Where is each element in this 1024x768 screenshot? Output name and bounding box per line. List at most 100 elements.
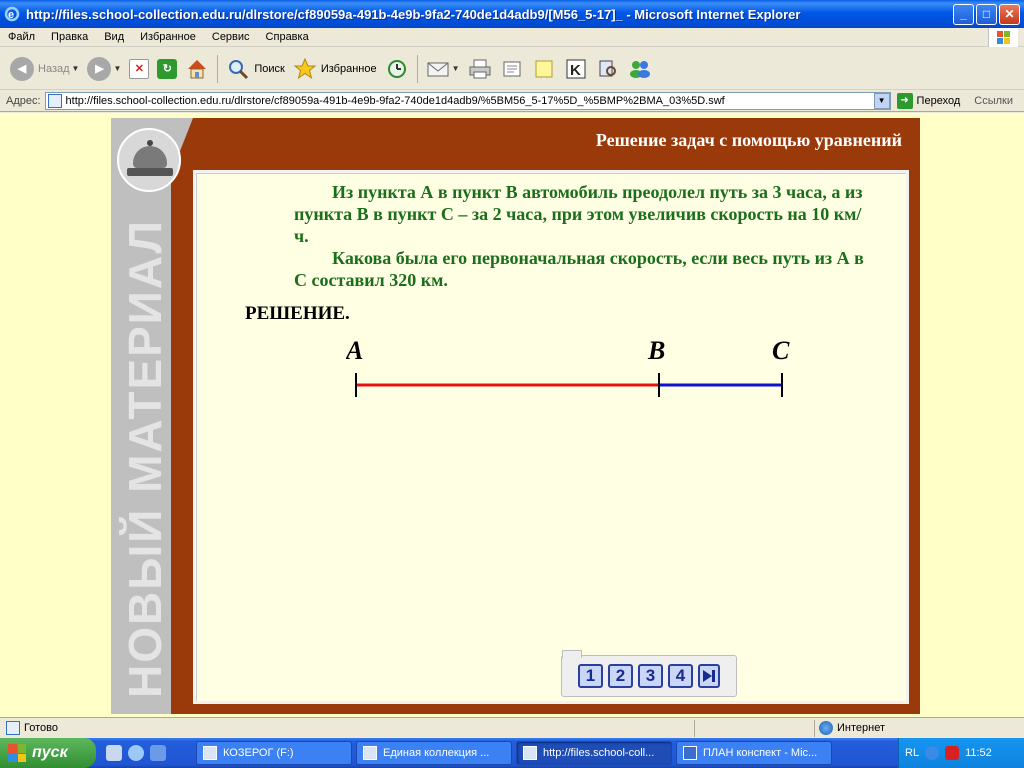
toolbar-separator xyxy=(217,54,219,83)
home-button[interactable] xyxy=(181,52,213,86)
menu-view[interactable]: Вид xyxy=(96,31,132,43)
minimize-button[interactable]: _ xyxy=(953,3,974,25)
page-done-icon xyxy=(6,721,20,735)
page-content: НОВЫЙ МАТЕРИАЛ Решение задач с помощью у… xyxy=(0,113,1024,717)
antivirus-icon[interactable] xyxy=(945,746,960,760)
search-button[interactable]: Поиск xyxy=(222,52,288,86)
task-label: http://files.school-coll... xyxy=(543,747,655,759)
quick-launch-ie-icon[interactable] xyxy=(128,745,144,761)
edit-page-icon xyxy=(500,57,524,81)
page-icon xyxy=(47,93,62,108)
flash-movie[interactable]: НОВЫЙ МАТЕРИАЛ Решение задач с помощью у… xyxy=(111,118,920,714)
problem-text: Из пункта А в пункт В автомобиль преодол… xyxy=(294,181,874,291)
print-button[interactable] xyxy=(464,52,496,86)
mail-icon xyxy=(426,57,450,81)
search-icon xyxy=(226,57,250,81)
quick-launch-app-icon[interactable] xyxy=(106,745,122,761)
security-zone[interactable]: Интернет xyxy=(814,719,1024,737)
next-icon xyxy=(703,670,715,682)
kaspersky-button[interactable]: K xyxy=(560,52,592,86)
page-2-button[interactable]: 2 xyxy=(608,664,633,688)
address-label: Адрес: xyxy=(6,94,41,107)
discuss-button[interactable] xyxy=(528,52,560,86)
history-icon xyxy=(385,57,409,81)
mail-button[interactable]: ▼ xyxy=(422,52,464,86)
close-button[interactable]: ✕ xyxy=(999,3,1020,25)
messenger-icon xyxy=(628,57,652,81)
note-icon xyxy=(532,57,556,81)
point-a-label: A xyxy=(346,336,363,365)
clock: 11:52 xyxy=(965,747,992,759)
task-label: ПЛАН конспект - Mic... xyxy=(703,747,818,759)
tray-arrow-icon[interactable] xyxy=(925,746,940,760)
task-button-current[interactable]: http://files.school-coll... xyxy=(516,741,672,765)
menu-file[interactable]: Файл xyxy=(0,31,43,43)
task-button-explorer[interactable]: КОЗЕРОГ (F:) xyxy=(196,741,352,765)
menu-bar: Файл Правка Вид Избранное Сервис Справка xyxy=(0,28,1024,47)
system-tray: RL 11:52 xyxy=(898,738,1024,768)
history-button[interactable] xyxy=(381,52,413,86)
page-4-button[interactable]: 4 xyxy=(668,664,693,688)
title-bar[interactable]: e http://files.school-collection.edu.ru/… xyxy=(0,0,1024,28)
printer-icon xyxy=(468,57,492,81)
lesson-panel: Из пункта А в пункт В автомобиль преодол… xyxy=(193,170,909,704)
start-button[interactable]: пуск xyxy=(0,738,96,768)
page-1-button[interactable]: 1 xyxy=(578,664,603,688)
point-c-label: C xyxy=(772,336,790,365)
links-button[interactable]: Ссылки xyxy=(974,95,1013,107)
favorites-button[interactable]: Избранное xyxy=(289,52,381,86)
pager-tab xyxy=(562,650,582,658)
menu-help[interactable]: Справка xyxy=(258,31,317,43)
problem-paragraph-1: Из пункта А в пункт В автомобиль преодол… xyxy=(294,182,863,246)
messenger-button[interactable] xyxy=(624,52,656,86)
page-3-button[interactable]: 3 xyxy=(638,664,663,688)
quick-launch-media-icon[interactable] xyxy=(150,745,166,761)
menu-favorites[interactable]: Избранное xyxy=(132,31,204,43)
stop-button[interactable]: ✕ xyxy=(125,52,153,86)
chevron-down-icon[interactable]: ▼ xyxy=(113,64,121,73)
windows-logo-icon xyxy=(988,28,1018,47)
task-button-collection[interactable]: Единая коллекция ... xyxy=(356,741,512,765)
research-icon xyxy=(596,57,620,81)
svg-text:e: e xyxy=(8,9,14,21)
side-label: НОВЫЙ МАТЕРИАЛ xyxy=(119,219,171,698)
back-button[interactable]: ◀ Назад ▼ xyxy=(6,52,83,86)
menu-tools[interactable]: Сервис xyxy=(204,31,258,43)
address-dropdown-icon[interactable]: ▼ xyxy=(873,92,890,109)
ie-page-icon xyxy=(523,746,537,760)
address-bar: Адрес: http://files.school-collection.ed… xyxy=(0,90,1024,112)
chevron-down-icon[interactable]: ▼ xyxy=(72,64,80,73)
lesson-title: Решение задач с помощью уравнений xyxy=(595,130,902,150)
toolbar: ◀ Назад ▼ ▶ ▼ ✕ ↻ Поиск Избранное ▼ K xyxy=(0,48,1024,90)
status-panel xyxy=(694,719,814,737)
task-label: КОЗЕРОГ (F:) xyxy=(223,747,294,759)
ie-icon: e xyxy=(4,6,20,22)
refresh-icon: ↻ xyxy=(157,58,178,79)
stop-icon: ✕ xyxy=(129,58,150,79)
k-logo-icon: K xyxy=(564,57,588,81)
maximize-button[interactable]: □ xyxy=(976,3,997,25)
problem-paragraph-2: Какова была его первоначальная скорость,… xyxy=(294,248,864,290)
research-button[interactable] xyxy=(592,52,624,86)
next-page-button[interactable] xyxy=(698,664,720,688)
windows-flag-icon xyxy=(8,744,26,762)
status-text: Готово xyxy=(24,722,58,734)
solution-label: РЕШЕНИЕ. xyxy=(245,303,350,324)
start-label: пуск xyxy=(32,744,68,761)
task-button-word[interactable]: ПЛАН конспект - Mic... xyxy=(676,741,832,765)
bell-icon xyxy=(117,128,181,192)
forward-button[interactable]: ▶ ▼ xyxy=(83,52,125,86)
refresh-button[interactable]: ↻ xyxy=(153,52,181,86)
menu-edit[interactable]: Правка xyxy=(43,31,96,43)
ie-page-icon xyxy=(363,746,377,760)
language-indicator[interactable]: RL xyxy=(905,747,919,759)
edit-button[interactable] xyxy=(496,52,528,86)
go-button[interactable]: ➜ Переход xyxy=(896,92,960,109)
toolbar-separator xyxy=(416,54,418,83)
page-navigator: 1 2 3 4 xyxy=(561,650,737,697)
address-input[interactable]: http://files.school-collection.edu.ru/dl… xyxy=(44,91,891,110)
taskbar: пуск КОЗЕРОГ (F:) Единая коллекция ... h… xyxy=(0,738,1024,768)
segment-diagram: A B C xyxy=(346,336,790,397)
address-url[interactable]: http://files.school-collection.edu.ru/dl… xyxy=(66,95,874,107)
chevron-down-icon[interactable]: ▼ xyxy=(452,64,460,73)
